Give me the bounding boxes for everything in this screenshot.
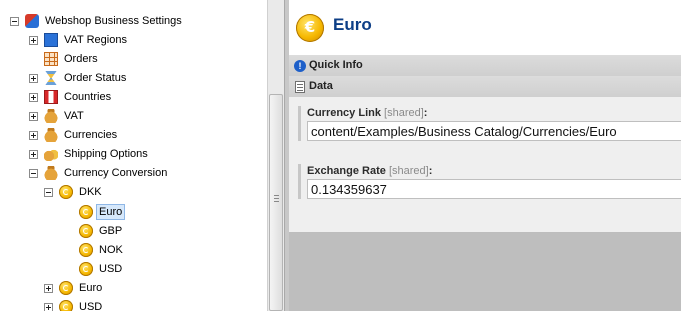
scrollbar-thumb[interactable]: [269, 94, 283, 311]
coin-icon: [79, 224, 93, 238]
tree-item-nok[interactable]: NOK: [64, 241, 125, 259]
exchange-rate-input[interactable]: 0.134359637: [307, 179, 681, 199]
coin-icon: [79, 243, 93, 257]
document-icon: [295, 80, 305, 93]
field-label-text: Currency Link: [307, 107, 381, 119]
coin-icon: [59, 185, 73, 199]
field-label-colon: :: [428, 165, 433, 177]
field-label-text: Exchange Rate: [307, 165, 386, 177]
tree-item-label: Orders: [64, 53, 98, 65]
tree-item-currencies[interactable]: Currencies: [29, 126, 119, 144]
collapse-icon[interactable]: [44, 187, 53, 197]
tree-item-label: Shipping Options: [64, 148, 148, 160]
item-header: € Euro: [289, 0, 681, 56]
tree-item-label: NOK: [99, 244, 123, 256]
tree-scrollbar[interactable]: [267, 0, 284, 311]
euro-coin-icon: €: [296, 14, 324, 42]
content-tree: Webshop Business Settings VAT Regions Or…: [0, 0, 267, 311]
shared-marker: [shared]: [388, 165, 429, 177]
tree-item-label: USD: [79, 301, 103, 311]
expand-icon[interactable]: [29, 149, 38, 159]
expand-icon[interactable]: [29, 130, 38, 140]
expand-icon[interactable]: [29, 92, 38, 102]
tree-item-label: Euro: [96, 204, 126, 220]
tree-item-vat-regions[interactable]: VAT Regions: [29, 31, 129, 49]
section-data[interactable]: Data: [289, 76, 681, 98]
currency-link-field: Currency Link [shared]: content/Examples…: [298, 106, 681, 141]
tree-item-label: Currency Conversion: [64, 167, 168, 179]
grip-icon: [274, 195, 279, 202]
tree-item-label: Countries: [64, 91, 112, 103]
settings-icon: [25, 14, 39, 28]
tree-item-label: Euro: [79, 282, 103, 294]
tree-item-gbp[interactable]: GBP: [64, 222, 124, 240]
tree-item-webshop-business-settings[interactable]: Webshop Business Settings: [10, 12, 184, 30]
tree-item-label: VAT: [64, 110, 84, 122]
item-title: Euro: [333, 15, 372, 34]
field-label: Currency Link [shared]:: [307, 106, 681, 120]
section-title: Quick Info: [309, 59, 363, 71]
tree-item-order-status[interactable]: Order Status: [29, 69, 128, 87]
item-editor: € Euro ! Quick Info Data Currency Link […: [289, 0, 681, 311]
data-section-body: Currency Link [shared]: content/Examples…: [289, 97, 681, 233]
tree-item-label: DKK: [79, 186, 102, 198]
tree-item-label: VAT Regions: [64, 34, 127, 46]
shipping-options-icon: [44, 147, 58, 161]
order-status-icon: [45, 71, 57, 85]
vat-icon: [44, 109, 58, 123]
countries-icon: [44, 90, 58, 104]
tree-item-dkk[interactable]: DKK: [44, 183, 104, 201]
section-quick-info[interactable]: ! Quick Info: [289, 55, 681, 77]
collapse-icon[interactable]: [29, 168, 38, 178]
tree-item-vat[interactable]: VAT: [29, 107, 86, 125]
expand-icon[interactable]: [44, 302, 53, 311]
tree-item-euro[interactable]: Euro: [44, 279, 104, 297]
tree-item-usd-collapsed[interactable]: USD: [44, 298, 104, 311]
tree-item-label: USD: [99, 263, 123, 275]
expand-icon[interactable]: [29, 35, 38, 45]
tree-item-label: Currencies: [64, 129, 118, 141]
tree-item-label: Webshop Business Settings: [45, 15, 182, 27]
tree-item-euro-selected[interactable]: Euro: [64, 203, 126, 221]
currencies-icon: [44, 128, 58, 142]
section-title: Data: [309, 80, 333, 92]
coin-icon: [59, 281, 73, 295]
field-label-colon: :: [423, 107, 428, 119]
field-label: Exchange Rate [shared]:: [307, 164, 681, 178]
currency-conversion-icon: [44, 166, 58, 180]
tree-item-orders[interactable]: Orders: [29, 50, 100, 68]
orders-icon: [44, 52, 58, 66]
tree-item-label: Order Status: [64, 72, 127, 84]
tree-item-label: GBP: [99, 225, 123, 237]
vat-regions-icon: [44, 33, 58, 47]
exchange-rate-field: Exchange Rate [shared]: 0.134359637: [298, 164, 681, 199]
info-icon: !: [294, 59, 306, 72]
currency-link-input[interactable]: content/Examples/Business Catalog/Curren…: [307, 121, 681, 141]
expand-icon[interactable]: [29, 73, 38, 83]
coin-icon: [79, 205, 93, 219]
expand-icon[interactable]: [44, 283, 53, 293]
shared-marker: [shared]: [384, 107, 424, 119]
coin-icon: [59, 300, 73, 311]
tree-item-currency-conversion[interactable]: Currency Conversion: [29, 164, 169, 182]
tree-item-usd[interactable]: USD: [64, 260, 124, 278]
collapse-icon[interactable]: [10, 16, 19, 26]
tree-item-countries[interactable]: Countries: [29, 88, 113, 106]
coin-icon: [79, 262, 93, 276]
tree-item-shipping-options[interactable]: Shipping Options: [29, 145, 150, 163]
expand-icon[interactable]: [29, 111, 38, 121]
